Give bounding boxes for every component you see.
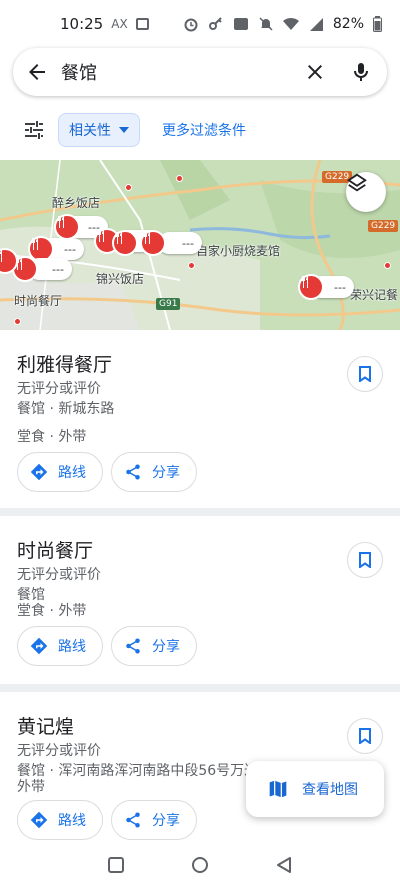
map-view[interactable]: 醉乡饭店 自家小厨烧麦馆 锦兴饭店 时尚餐厅 荣兴记餐 G229 G229 G9… [0,160,400,330]
share-label: 分享 [152,639,180,655]
share-icon [126,812,140,828]
battery-icon [373,16,382,32]
recents-icon[interactable] [107,856,125,874]
bookmark-icon [359,366,371,382]
back-nav-icon[interactable] [275,856,293,874]
back-arrow-icon[interactable] [25,60,49,84]
sort-chip-label: 相关性 [69,123,111,139]
search-query[interactable]: 餐馆 [61,59,303,85]
directions-button[interactable]: 路线 [17,800,103,840]
directions-button[interactable]: 路线 [17,626,103,666]
place-rating: 无评分或评价 [17,381,101,397]
mic-icon[interactable] [349,60,373,84]
share-label: 分享 [152,813,180,829]
place-rating: 无评分或评价 [17,567,101,583]
place-services: 外带 [17,779,45,795]
share-button[interactable]: 分享 [111,626,197,666]
map-icon [269,780,287,798]
directions-icon [30,463,48,481]
layers-button[interactable] [346,172,386,212]
card-divider [0,684,400,692]
directions-label: 路线 [58,813,86,829]
result-card[interactable]: 利雅得餐厅 无评分或评价 餐馆 · 新城东路 堂食 · 外带 路线 分享 [0,330,400,508]
map-label-jinxing[interactable]: 锦兴饭店 [96,270,144,287]
place-name[interactable]: 黄记煌 [17,712,74,739]
restaurant-pin-icon[interactable] [298,274,324,300]
search-bar[interactable]: 餐馆 [13,48,387,96]
restaurant-pin-icon[interactable] [140,230,166,256]
map-dot[interactable] [384,262,391,269]
share-icon [126,464,140,480]
status-ax: AX [111,17,128,31]
caret-down-icon [119,127,129,133]
battery-percent: 82% [332,16,364,32]
save-button[interactable] [347,718,383,754]
place-services: 堂食 · 外带 [17,603,87,619]
map-label-zijia[interactable]: 自家小厨烧麦馆 [196,242,280,259]
alarm-icon [184,18,198,32]
map-dot[interactable] [176,175,183,182]
place-name[interactable]: 时尚餐厅 [17,536,93,563]
place-address: 餐馆 · 新城东路 [17,401,115,417]
bookmark-icon [359,728,371,744]
result-card[interactable]: 时尚餐厅 无评分或评价 餐馆 堂食 · 外带 路线 分享 [0,516,400,684]
share-icon [126,638,140,654]
directions-label: 路线 [58,465,86,481]
clear-icon[interactable] [303,60,327,84]
directions-icon [30,637,48,655]
map-dot[interactable] [14,318,21,325]
map-label-shishang[interactable]: 时尚餐厅 [14,292,62,309]
image-notification-icon [135,18,149,30]
system-nav-bar [0,840,400,889]
mute-icon [259,17,273,31]
restaurant-pin-icon[interactable] [112,230,138,256]
status-bar: 10:25 AX 82% [0,0,400,48]
key-icon [208,17,222,30]
view-map-label: 查看地图 [302,782,358,798]
save-button[interactable] [347,542,383,578]
directions-icon [30,811,48,829]
map-dot[interactable] [125,184,132,191]
sort-chip[interactable]: 相关性 [58,113,140,147]
tune-icon[interactable] [22,118,46,142]
status-time: 10:25 [60,15,104,33]
map-dot[interactable] [188,262,195,269]
share-label: 分享 [152,465,180,481]
place-rating: 无评分或评价 [17,743,101,759]
save-button[interactable] [347,356,383,392]
view-map-button[interactable]: 查看地图 [246,761,384,817]
road-badge-g229-right: G229 [368,220,399,232]
map-label-rongxing[interactable]: 荣兴记餐 [350,286,398,303]
road-badge-g91: G91 [156,298,181,310]
place-name[interactable]: 利雅得餐厅 [17,350,112,377]
home-icon[interactable] [191,856,209,874]
volte-icon [233,18,248,30]
signal-icon [309,18,323,31]
status-icons: 82% [183,16,382,32]
restaurant-pin-icon[interactable] [54,214,80,240]
layers-icon [347,173,367,192]
filter-row: 相关性 更多过滤条件 [0,112,400,148]
directions-label: 路线 [58,639,86,655]
wifi-icon [282,17,299,30]
share-button[interactable]: 分享 [111,452,197,492]
more-filters-link[interactable]: 更多过滤条件 [162,120,246,140]
map-label-zuixiang[interactable]: 醉乡饭店 [52,194,100,211]
place-services: 堂食 · 外带 [17,429,87,445]
bookmark-icon [359,552,371,568]
directions-button[interactable]: 路线 [17,452,103,492]
share-button[interactable]: 分享 [111,800,197,840]
card-divider [0,508,400,516]
